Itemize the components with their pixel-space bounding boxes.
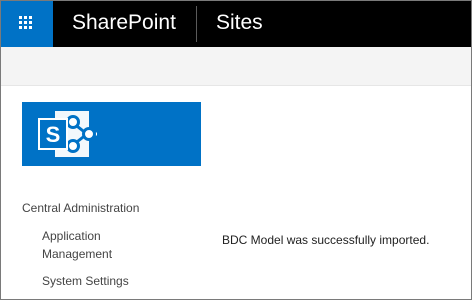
suite-bar: SharePoint Sites [1, 1, 471, 47]
quick-launch-item-application-management[interactable]: Application Management [22, 227, 142, 263]
app-launcher-button[interactable] [1, 1, 53, 47]
quick-launch-nav: Central Administration Application Manag… [22, 200, 202, 290]
ribbon-area [1, 47, 471, 86]
sharepoint-window: SharePoint Sites S Central Administratio… [0, 0, 472, 300]
svg-text:S: S [46, 122, 61, 147]
sharepoint-brand-link[interactable]: SharePoint [72, 10, 176, 36]
quick-launch-item-system-settings[interactable]: System Settings [22, 272, 202, 290]
sharepoint-logo-icon: S [38, 111, 97, 157]
waffle-grid-icon [19, 16, 33, 30]
import-success-message: BDC Model was successfully imported. [222, 233, 430, 247]
quick-launch-heading-central-administration[interactable]: Central Administration [22, 200, 202, 216]
site-logo[interactable]: S [22, 102, 201, 166]
sites-link[interactable]: Sites [216, 10, 263, 36]
suite-bar-divider [196, 6, 197, 42]
